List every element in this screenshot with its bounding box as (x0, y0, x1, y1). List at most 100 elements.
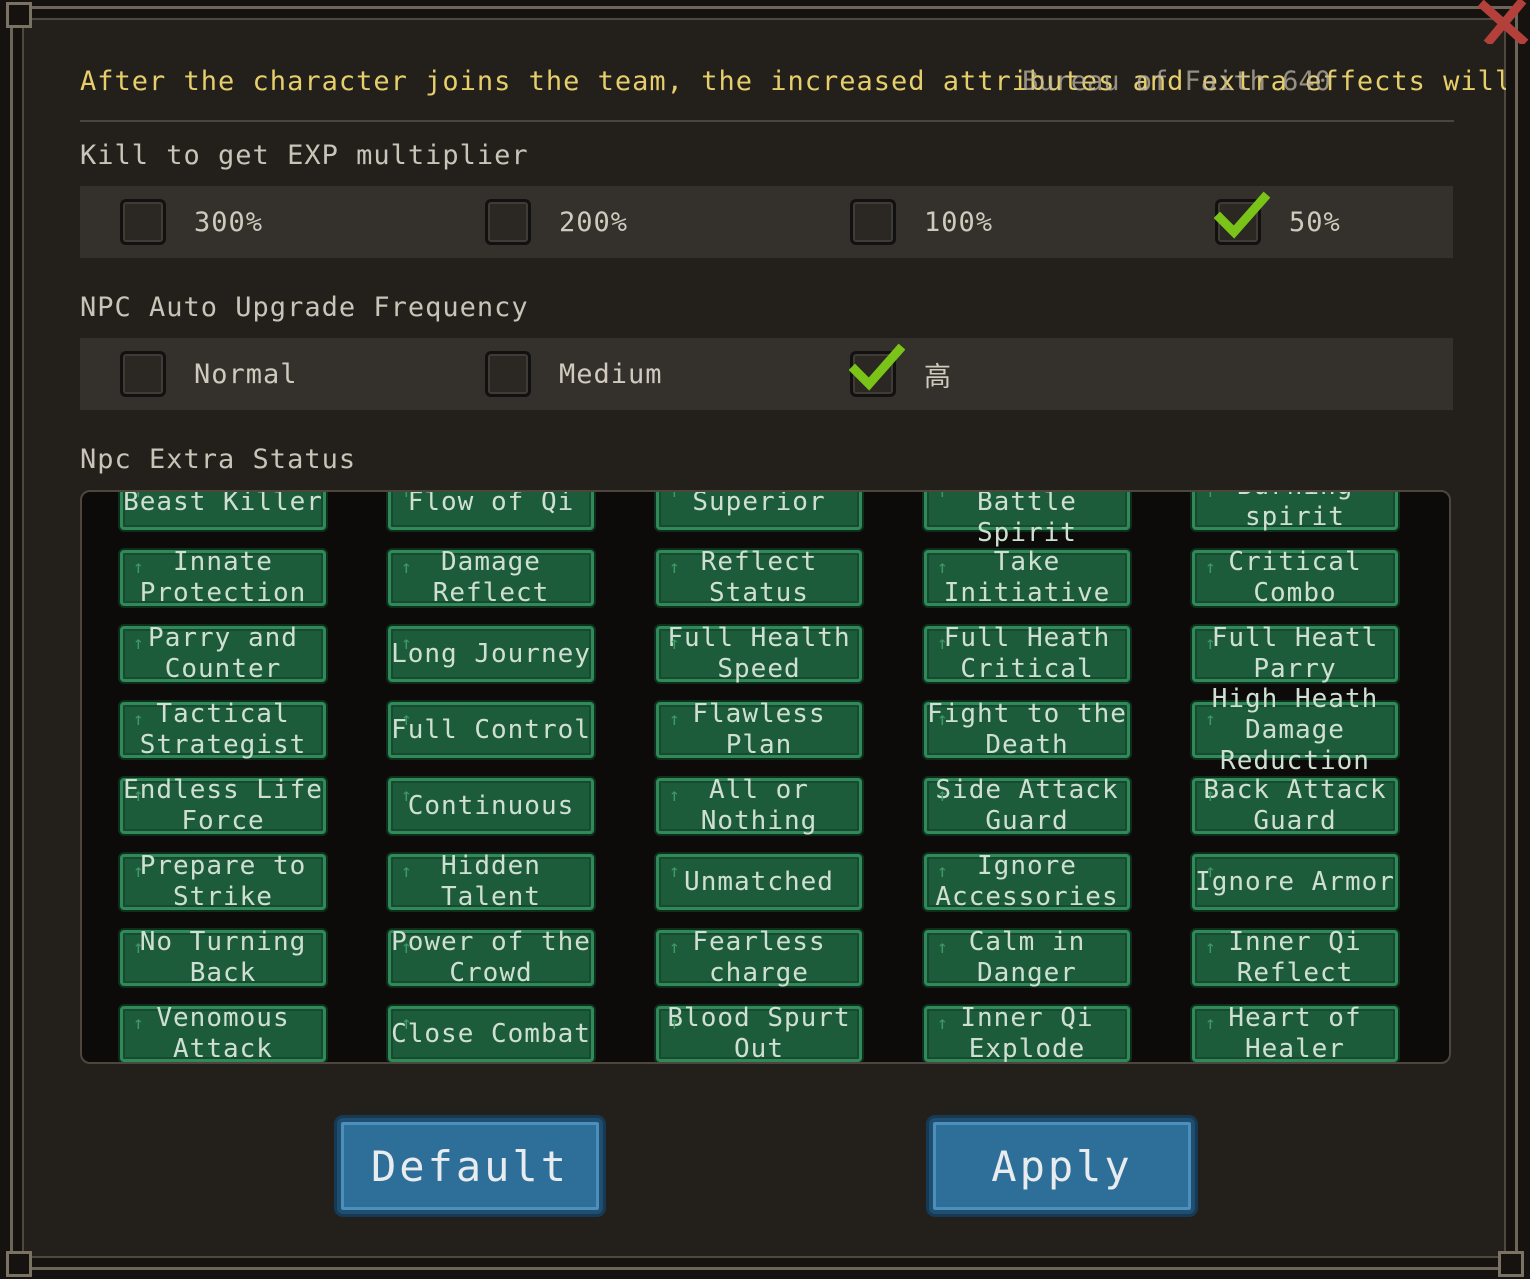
up-arrow-icon: ↑ (133, 490, 145, 502)
status-tag-label: Reflect Status (700, 547, 818, 608)
status-tag[interactable]: ↑ Innate Protection (120, 547, 326, 608)
status-tag[interactable]: ↑ Continuous (388, 778, 594, 834)
status-tag-label: Side Attack Guard (935, 775, 1119, 836)
up-arrow-icon: ↑ (133, 557, 145, 578)
status-tag[interactable]: ↑ Blood Spurt Out (656, 1003, 862, 1064)
status-tag[interactable]: ↑ Hidden Talent (388, 851, 594, 912)
status-tag[interactable]: ↑ Calm in Danger (924, 927, 1130, 988)
status-tag[interactable]: ↑ Endless Life Force (120, 775, 326, 836)
up-arrow-icon: ↑ (1205, 709, 1217, 730)
status-tag[interactable]: ↑ Flawless Plan (656, 699, 862, 760)
status-tag[interactable]: ↑ No Turning Back (120, 927, 326, 988)
status-tag[interactable]: ↑ Full Health Speed (656, 623, 862, 684)
checkbox[interactable] (849, 343, 905, 397)
status-tag-label: Unmatched (684, 866, 834, 897)
up-arrow-icon: ↑ (669, 1013, 681, 1034)
status-tag[interactable]: ↑ Prepare to Strike (120, 851, 326, 912)
status-tag[interactable]: ↑ Long Journey (388, 626, 594, 682)
status-tag-label: Parry and Counter (148, 623, 298, 684)
frame-corner-ornament (6, 1251, 32, 1277)
checkbox[interactable] (850, 199, 896, 245)
status-tag[interactable]: ↑ Power of the Crowd (388, 927, 594, 988)
status-tag[interactable]: ↑ All or Nothing (656, 775, 862, 836)
status-tag[interactable]: ↑ Unmatched (656, 854, 862, 910)
close-button[interactable] (1470, 0, 1530, 47)
checkbox[interactable] (1214, 191, 1270, 245)
status-tag[interactable]: ↑ Flow of Qi (388, 492, 594, 530)
status-tag[interactable]: ↑ Ignore Armor (1192, 854, 1398, 910)
status-tag[interactable]: ↑ Fearless charge (656, 927, 862, 988)
status-tag[interactable]: ↑ Fight to the Death (924, 699, 1130, 760)
status-tag-label: Inner Qi Reflect (1228, 927, 1362, 988)
extra-status-scroll-panel[interactable]: ↑Beast Killer↑Flow of Qi↑Superior↑Inciti… (80, 490, 1451, 1064)
exp-option-300[interactable]: 300% (120, 198, 263, 246)
status-tag[interactable]: ↑ Burning spirit (1192, 492, 1398, 532)
status-tag-label: Blood Spurt Out (667, 1003, 851, 1064)
status-tag-label: Beast Killer (123, 490, 323, 517)
option-label: 100% (924, 206, 994, 238)
status-tag[interactable]: ↑ Take Initiative (924, 547, 1130, 608)
status-tag-label: Take Initiative (943, 547, 1111, 608)
up-arrow-icon: ↑ (669, 709, 681, 730)
status-tag[interactable]: ↑ Damage Reflect (388, 547, 594, 608)
status-tag[interactable]: ↑ Superior (656, 490, 862, 530)
checkbox[interactable] (120, 351, 166, 397)
status-tag[interactable]: ↑ Full Heath Critical (924, 623, 1130, 684)
status-tag[interactable]: ↑ Close Combat (388, 1006, 594, 1062)
status-tag[interactable]: ↑ Tactical Strategist (120, 699, 326, 760)
upgrade-option-medium[interactable]: Medium (485, 350, 663, 398)
status-tag[interactable]: ↑ Ignore Accessories (924, 851, 1130, 912)
status-tag-label: Full Heatl Parry (1211, 623, 1379, 684)
status-tag[interactable]: ↑ Side Attack Guard (924, 775, 1130, 836)
status-tag-label: Full Heath Critical (943, 623, 1111, 684)
checkbox[interactable] (485, 351, 531, 397)
up-arrow-icon: ↑ (133, 709, 145, 730)
status-tag[interactable]: ↑ Beast Killer (120, 490, 326, 530)
status-tag[interactable]: ↑ Full Control (388, 702, 594, 758)
checkbox[interactable] (485, 199, 531, 245)
up-arrow-icon: ↑ (133, 1013, 145, 1034)
up-arrow-icon: ↑ (937, 709, 949, 730)
up-arrow-icon: ↑ (401, 557, 413, 578)
upgrade-option-normal[interactable]: Normal (120, 350, 298, 398)
apply-button[interactable]: Apply (929, 1118, 1195, 1214)
status-tag-label: Inner Qi Explode (960, 1003, 1094, 1064)
close-icon (1477, 0, 1529, 47)
status-tag[interactable]: ↑ Full Heatl Parry (1192, 623, 1398, 684)
exp-multiplier-options: 300% 200% 100% 50% (80, 186, 1453, 258)
status-tag[interactable]: ↑ Heart of Healer (1192, 1003, 1398, 1062)
up-arrow-icon: ↑ (1205, 861, 1217, 882)
up-arrow-icon: ↑ (1205, 1013, 1217, 1034)
status-tag[interactable]: ↑ Inner Qi Explode (924, 1003, 1130, 1064)
up-arrow-icon: ↑ (669, 937, 681, 958)
status-tag-label: All or Nothing (700, 775, 818, 836)
checkbox[interactable] (120, 199, 166, 245)
exp-option-200[interactable]: 200% (485, 198, 628, 246)
exp-option-50[interactable]: 50% (1214, 191, 1341, 246)
up-arrow-icon: ↑ (937, 1013, 949, 1034)
status-tag[interactable]: ↑ Venomous Attack (120, 1003, 326, 1062)
up-arrow-icon: ↑ (669, 861, 681, 882)
status-tag-label: Superior (692, 490, 826, 517)
status-tag-label: Prepare to Strike (139, 851, 307, 912)
status-tag-label: No Turning Back (139, 927, 307, 988)
frame-corner-ornament (1498, 1251, 1524, 1277)
up-arrow-icon: ↑ (401, 1013, 413, 1034)
exp-option-100[interactable]: 100% (850, 198, 993, 246)
status-tag[interactable]: ↑ Critical Combo (1192, 547, 1398, 608)
up-arrow-icon: ↑ (1205, 557, 1217, 578)
status-tag[interactable]: ↑ Back Attack Guard (1192, 775, 1398, 836)
status-tag-label: Full Health Speed (667, 623, 851, 684)
up-arrow-icon: ↑ (133, 937, 145, 958)
default-button[interactable]: Default (337, 1118, 603, 1214)
option-label: Medium (559, 358, 663, 390)
status-tag-label: Fearless charge (692, 927, 826, 988)
up-arrow-icon: ↑ (937, 785, 949, 806)
status-tag[interactable]: ↑ Inner Qi Reflect (1192, 927, 1398, 988)
status-tag[interactable]: ↑ Parry and Counter (120, 623, 326, 684)
option-label: 高 (924, 361, 952, 393)
upgrade-option-high[interactable]: 高 (849, 343, 952, 398)
status-tag[interactable]: ↑ High Heath Damage Reduction (1192, 684, 1398, 776)
status-tag[interactable]: ↑ Inciting Battle Spirit (924, 492, 1130, 548)
status-tag[interactable]: ↑ Reflect Status (656, 547, 862, 608)
